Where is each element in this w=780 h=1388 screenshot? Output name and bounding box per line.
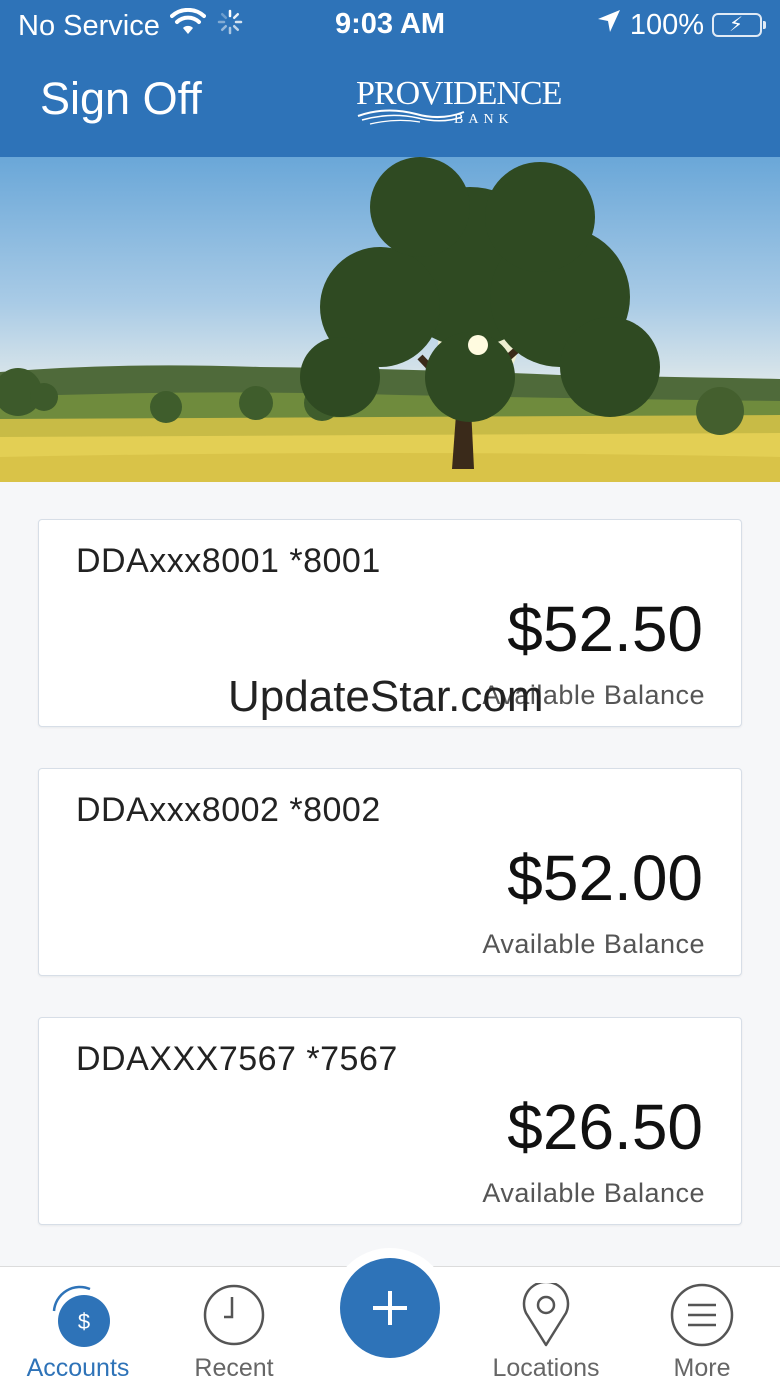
- account-balance: $52.00: [507, 842, 703, 914]
- account-balance: $26.50: [507, 1091, 703, 1163]
- balance-label: Available Balance: [482, 1178, 705, 1208]
- account-card[interactable]: DDAxxx8001 *8001 $52.50 Available Balanc…: [38, 519, 742, 727]
- tab-label: Locations: [492, 1354, 600, 1382]
- account-card[interactable]: DDAxxx8002 *8002 $52.00 Available Balanc…: [38, 768, 742, 976]
- location-pin-icon: [522, 1283, 570, 1347]
- account-name: DDAxxx8002 *8002: [76, 791, 381, 829]
- add-button[interactable]: [340, 1258, 440, 1358]
- account-card[interactable]: DDAXXX7567 *7567 $26.50 Available Balanc…: [38, 1017, 742, 1225]
- dollar-circle-icon: $: [52, 1285, 110, 1347]
- tab-accounts[interactable]: $ Accounts: [0, 1267, 156, 1388]
- bank-logo: PROVIDENCE BANK: [356, 74, 562, 134]
- plus-icon: [373, 1291, 407, 1325]
- status-right: 100% ⚡: [596, 8, 766, 42]
- tab-label: Accounts: [26, 1354, 130, 1382]
- tab-locations[interactable]: Locations: [468, 1267, 624, 1388]
- status-bar: No Service 9:03 AM 100% ⚡: [0, 0, 780, 50]
- account-name: DDAXXX7567 *7567: [76, 1040, 398, 1078]
- balance-label: Available Balance: [482, 680, 705, 710]
- account-balance: $52.50: [507, 593, 703, 665]
- account-name: DDAxxx8001 *8001: [76, 542, 381, 580]
- hero-tree-landscape-image: [0, 157, 780, 482]
- app-header: No Service 9:03 AM 100% ⚡ Sign Off PROVI…: [0, 0, 780, 157]
- tab-label: Recent: [194, 1354, 274, 1382]
- sign-off-button[interactable]: Sign Off: [40, 73, 202, 125]
- clock-icon: [203, 1284, 265, 1346]
- tab-recent[interactable]: Recent: [156, 1267, 312, 1388]
- tab-label: More: [673, 1354, 731, 1382]
- battery-percent: 100%: [629, 8, 704, 41]
- menu-icon: [670, 1283, 734, 1347]
- battery-icon: ⚡: [712, 13, 766, 37]
- tab-more[interactable]: More: [624, 1267, 780, 1388]
- location-arrow-icon: [596, 8, 622, 42]
- svg-text:$: $: [78, 1309, 90, 1334]
- logo-swoosh-icon: [357, 109, 465, 125]
- balance-label: Available Balance: [482, 929, 705, 959]
